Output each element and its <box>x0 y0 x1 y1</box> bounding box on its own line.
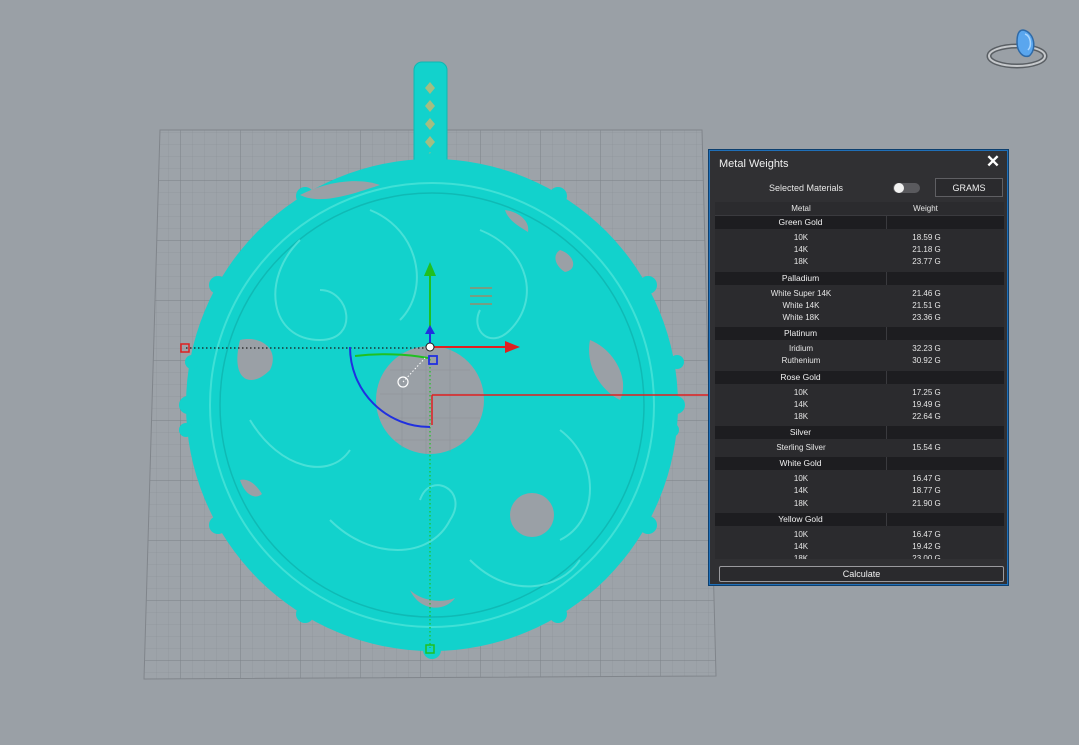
metal-weight-value: 22.64 G <box>912 411 941 421</box>
metal-weights-table: Metal Weight Green Gold 10K 18.59 G 14K 21.1… <box>715 202 1004 559</box>
table-row[interactable]: 14K 19.42 G <box>715 541 1004 553</box>
metal-weight-value: 23.00 G <box>912 554 941 559</box>
group-weight-cell <box>887 513 1004 526</box>
group-weight-cell <box>887 272 1004 285</box>
metal-weight-value: 21.46 G <box>912 288 941 298</box>
metal-alloy-label: 18K <box>793 411 809 421</box>
group-name: Yellow Gold <box>715 512 887 526</box>
units-button[interactable]: GRAMS <box>935 178 1003 197</box>
column-header-weight: Weight <box>913 204 938 213</box>
metal-alloy-label: 18K <box>793 554 809 559</box>
table-row[interactable]: 10K 16.47 G <box>715 529 1004 541</box>
metal-weight-value: 15.54 G <box>912 443 941 453</box>
metal-alloy-label: Sterling Silver <box>776 443 826 453</box>
group-name: Silver <box>715 426 887 440</box>
metal-alloy-label: 18K <box>793 498 809 508</box>
selected-materials-label: Selected Materials <box>769 183 844 193</box>
metal-weights-panel: Metal Weights ✕ Selected Materials GRAMS… <box>709 150 1008 585</box>
group-header-row[interactable]: Yellow Gold <box>715 512 1004 526</box>
table-row[interactable]: Iridium 32.23 G <box>715 343 1004 355</box>
table-body: Green Gold 10K 18.59 G 14K 21.18 G 18K 23.77 G… <box>715 216 1004 559</box>
group-header-row[interactable]: Rose Gold <box>715 370 1004 384</box>
metal-alloy-label: 10K <box>793 474 809 484</box>
metal-alloy-label: Iridium <box>788 344 813 354</box>
table-row[interactable]: 14K 21.18 G <box>715 244 1004 256</box>
table-row[interactable]: 14K 19.49 G <box>715 399 1004 411</box>
metal-alloy-label: 14K <box>793 486 809 496</box>
metal-alloy-label: 14K <box>793 245 809 255</box>
group-header-row[interactable]: Palladium <box>715 271 1004 285</box>
group-name: Green Gold <box>715 216 887 229</box>
group-name: Rose Gold <box>715 370 887 384</box>
group-name: White Gold <box>715 457 887 471</box>
group-header-row[interactable]: Platinum <box>715 327 1004 341</box>
metal-weight-value: 21.18 G <box>912 245 941 255</box>
metal-alloy-label: 10K <box>793 387 809 397</box>
table-row[interactable]: 18K 21.90 G <box>715 498 1004 510</box>
group-header-row[interactable]: Silver <box>715 426 1004 440</box>
metal-alloy-label: 18K <box>793 257 809 267</box>
table-row[interactable]: White 14K 21.51 G <box>715 300 1004 312</box>
metal-weight-value: 23.36 G <box>912 312 941 322</box>
metal-weight-value: 19.49 G <box>912 399 941 409</box>
ring-view-icon[interactable] <box>985 24 1049 72</box>
table-row[interactable]: 10K 18.59 G <box>715 232 1004 244</box>
table-row[interactable]: 18K 22.64 G <box>715 411 1004 423</box>
metal-alloy-label: Ruthenium <box>781 356 821 366</box>
metal-alloy-label: 10K <box>793 529 809 539</box>
metal-alloy-label: White Super 14K <box>770 288 832 298</box>
calculate-button[interactable]: Calculate <box>719 566 1004 582</box>
metal-alloy-label: 14K <box>793 542 809 551</box>
group-header-row[interactable]: White Gold <box>715 457 1004 471</box>
metal-weight-value: 17.25 G <box>912 387 941 397</box>
column-header-metal: Metal <box>791 204 811 213</box>
group-weight-cell <box>887 327 1004 340</box>
group-name: Platinum <box>715 327 887 341</box>
table-header: Metal Weight <box>715 202 1004 216</box>
metal-weight-value: 21.51 G <box>912 300 941 310</box>
table-row[interactable]: White 18K 23.36 G <box>715 312 1004 324</box>
close-icon[interactable]: ✕ <box>985 153 1001 170</box>
metal-weight-value: 18.77 G <box>912 486 941 496</box>
metal-weight-value: 32.23 G <box>912 344 941 354</box>
group-header-row[interactable]: Green Gold <box>715 216 1004 229</box>
group-weight-cell <box>887 457 1004 470</box>
metal-alloy-label: 10K <box>793 233 809 242</box>
table-row[interactable]: 10K 16.47 G <box>715 473 1004 485</box>
table-row[interactable]: Ruthenium 30.92 G <box>715 355 1004 367</box>
metal-weight-value: 21.90 G <box>912 498 941 508</box>
group-weight-cell <box>887 371 1004 384</box>
metal-weight-value: 19.42 G <box>912 542 941 551</box>
metal-weight-value: 16.47 G <box>912 529 941 539</box>
table-row[interactable]: 14K 18.77 G <box>715 485 1004 497</box>
toggle-knob <box>894 183 904 193</box>
table-row[interactable]: Sterling Silver 15.54 G <box>715 442 1004 454</box>
group-name: Palladium <box>715 271 887 285</box>
table-row[interactable]: 18K 23.00 G <box>715 553 1004 559</box>
metal-alloy-label: White 18K <box>782 312 820 322</box>
group-weight-cell <box>887 216 1004 229</box>
metal-alloy-label: White 14K <box>782 300 820 310</box>
table-row[interactable]: 18K 23.77 G <box>715 256 1004 268</box>
metal-weight-value: 23.77 G <box>912 257 941 267</box>
selected-materials-toggle[interactable] <box>893 183 920 193</box>
panel-title: Metal Weights <box>719 158 789 170</box>
metal-weight-value: 30.92 G <box>912 356 941 366</box>
metal-alloy-label: 14K <box>793 399 809 409</box>
table-row[interactable]: 10K 17.25 G <box>715 387 1004 399</box>
metal-weight-value: 18.59 G <box>912 233 941 242</box>
group-weight-cell <box>887 426 1004 439</box>
metal-weight-value: 16.47 G <box>912 474 941 484</box>
table-row[interactable]: White Super 14K 21.46 G <box>715 288 1004 300</box>
